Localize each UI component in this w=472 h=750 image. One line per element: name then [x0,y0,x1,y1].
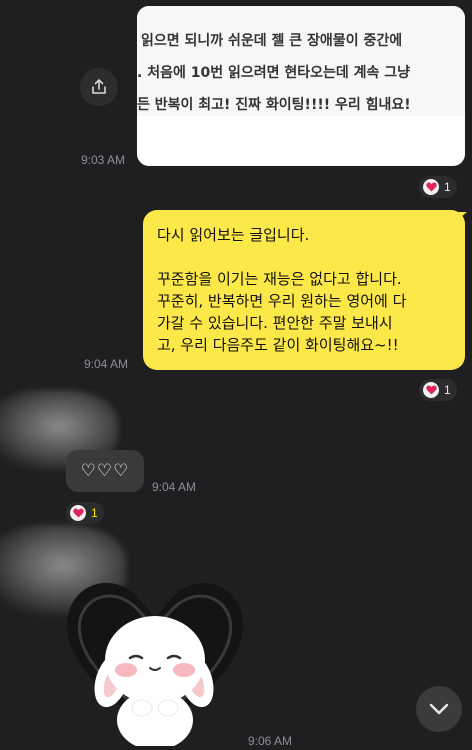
image-text-line: . 처음에 10번 읽으려면 현타오는데 계속 그냥 [137,65,411,81]
chevron-down-icon [429,703,449,715]
reaction-count: 1 [444,383,451,397]
scroll-to-bottom-button[interactable] [416,686,462,732]
shared-image[interactable]: 읽으면 되니까 쉬운데 젤 큰 장애물이 중간에 . 처음에 10번 읽으려면 … [137,6,465,166]
reaction-count: 1 [444,180,451,194]
message-time: 9:04 AM [152,480,197,494]
heart-icon [423,382,439,398]
heart-icon [423,179,439,195]
share-icon [92,79,106,94]
reply-message-bubble[interactable]: ♡♡♡ [66,450,144,492]
reaction-badge[interactable]: 1 [419,379,457,401]
message-text: 다시 읽어보는 글입니다. 꾸준함을 이기는 재능은 없다고 합니다. 꾸준히,… [157,226,407,354]
message-time: 9:04 AM [84,357,129,371]
image-text-area: 읽으면 되니까 쉬운데 젤 큰 장애물이 중간에 . 처음에 10번 읽으려면 … [137,6,465,116]
heart-icon [70,505,86,521]
reaction-badge[interactable]: 1 [419,176,457,198]
share-button[interactable] [80,68,118,106]
image-text-line: 읽으면 되니까 쉬운데 젤 큰 장애물이 중간에 [141,33,403,49]
bunny-sticker-illustration [66,582,244,750]
image-text-line: 든 반복이 최고! 진짜 화이팅!!!! 우리 힘내요! [137,97,411,113]
sticker[interactable] [60,560,250,750]
reaction-badge[interactable]: 1 [66,502,104,524]
message-text: ♡♡♡ [80,461,130,481]
message-time: 9:03 AM [81,153,126,167]
reaction-count: 1 [91,506,98,520]
my-message-bubble[interactable]: 다시 읽어보는 글입니다. 꾸준함을 이기는 재능은 없다고 합니다. 꾸준히,… [143,210,465,370]
